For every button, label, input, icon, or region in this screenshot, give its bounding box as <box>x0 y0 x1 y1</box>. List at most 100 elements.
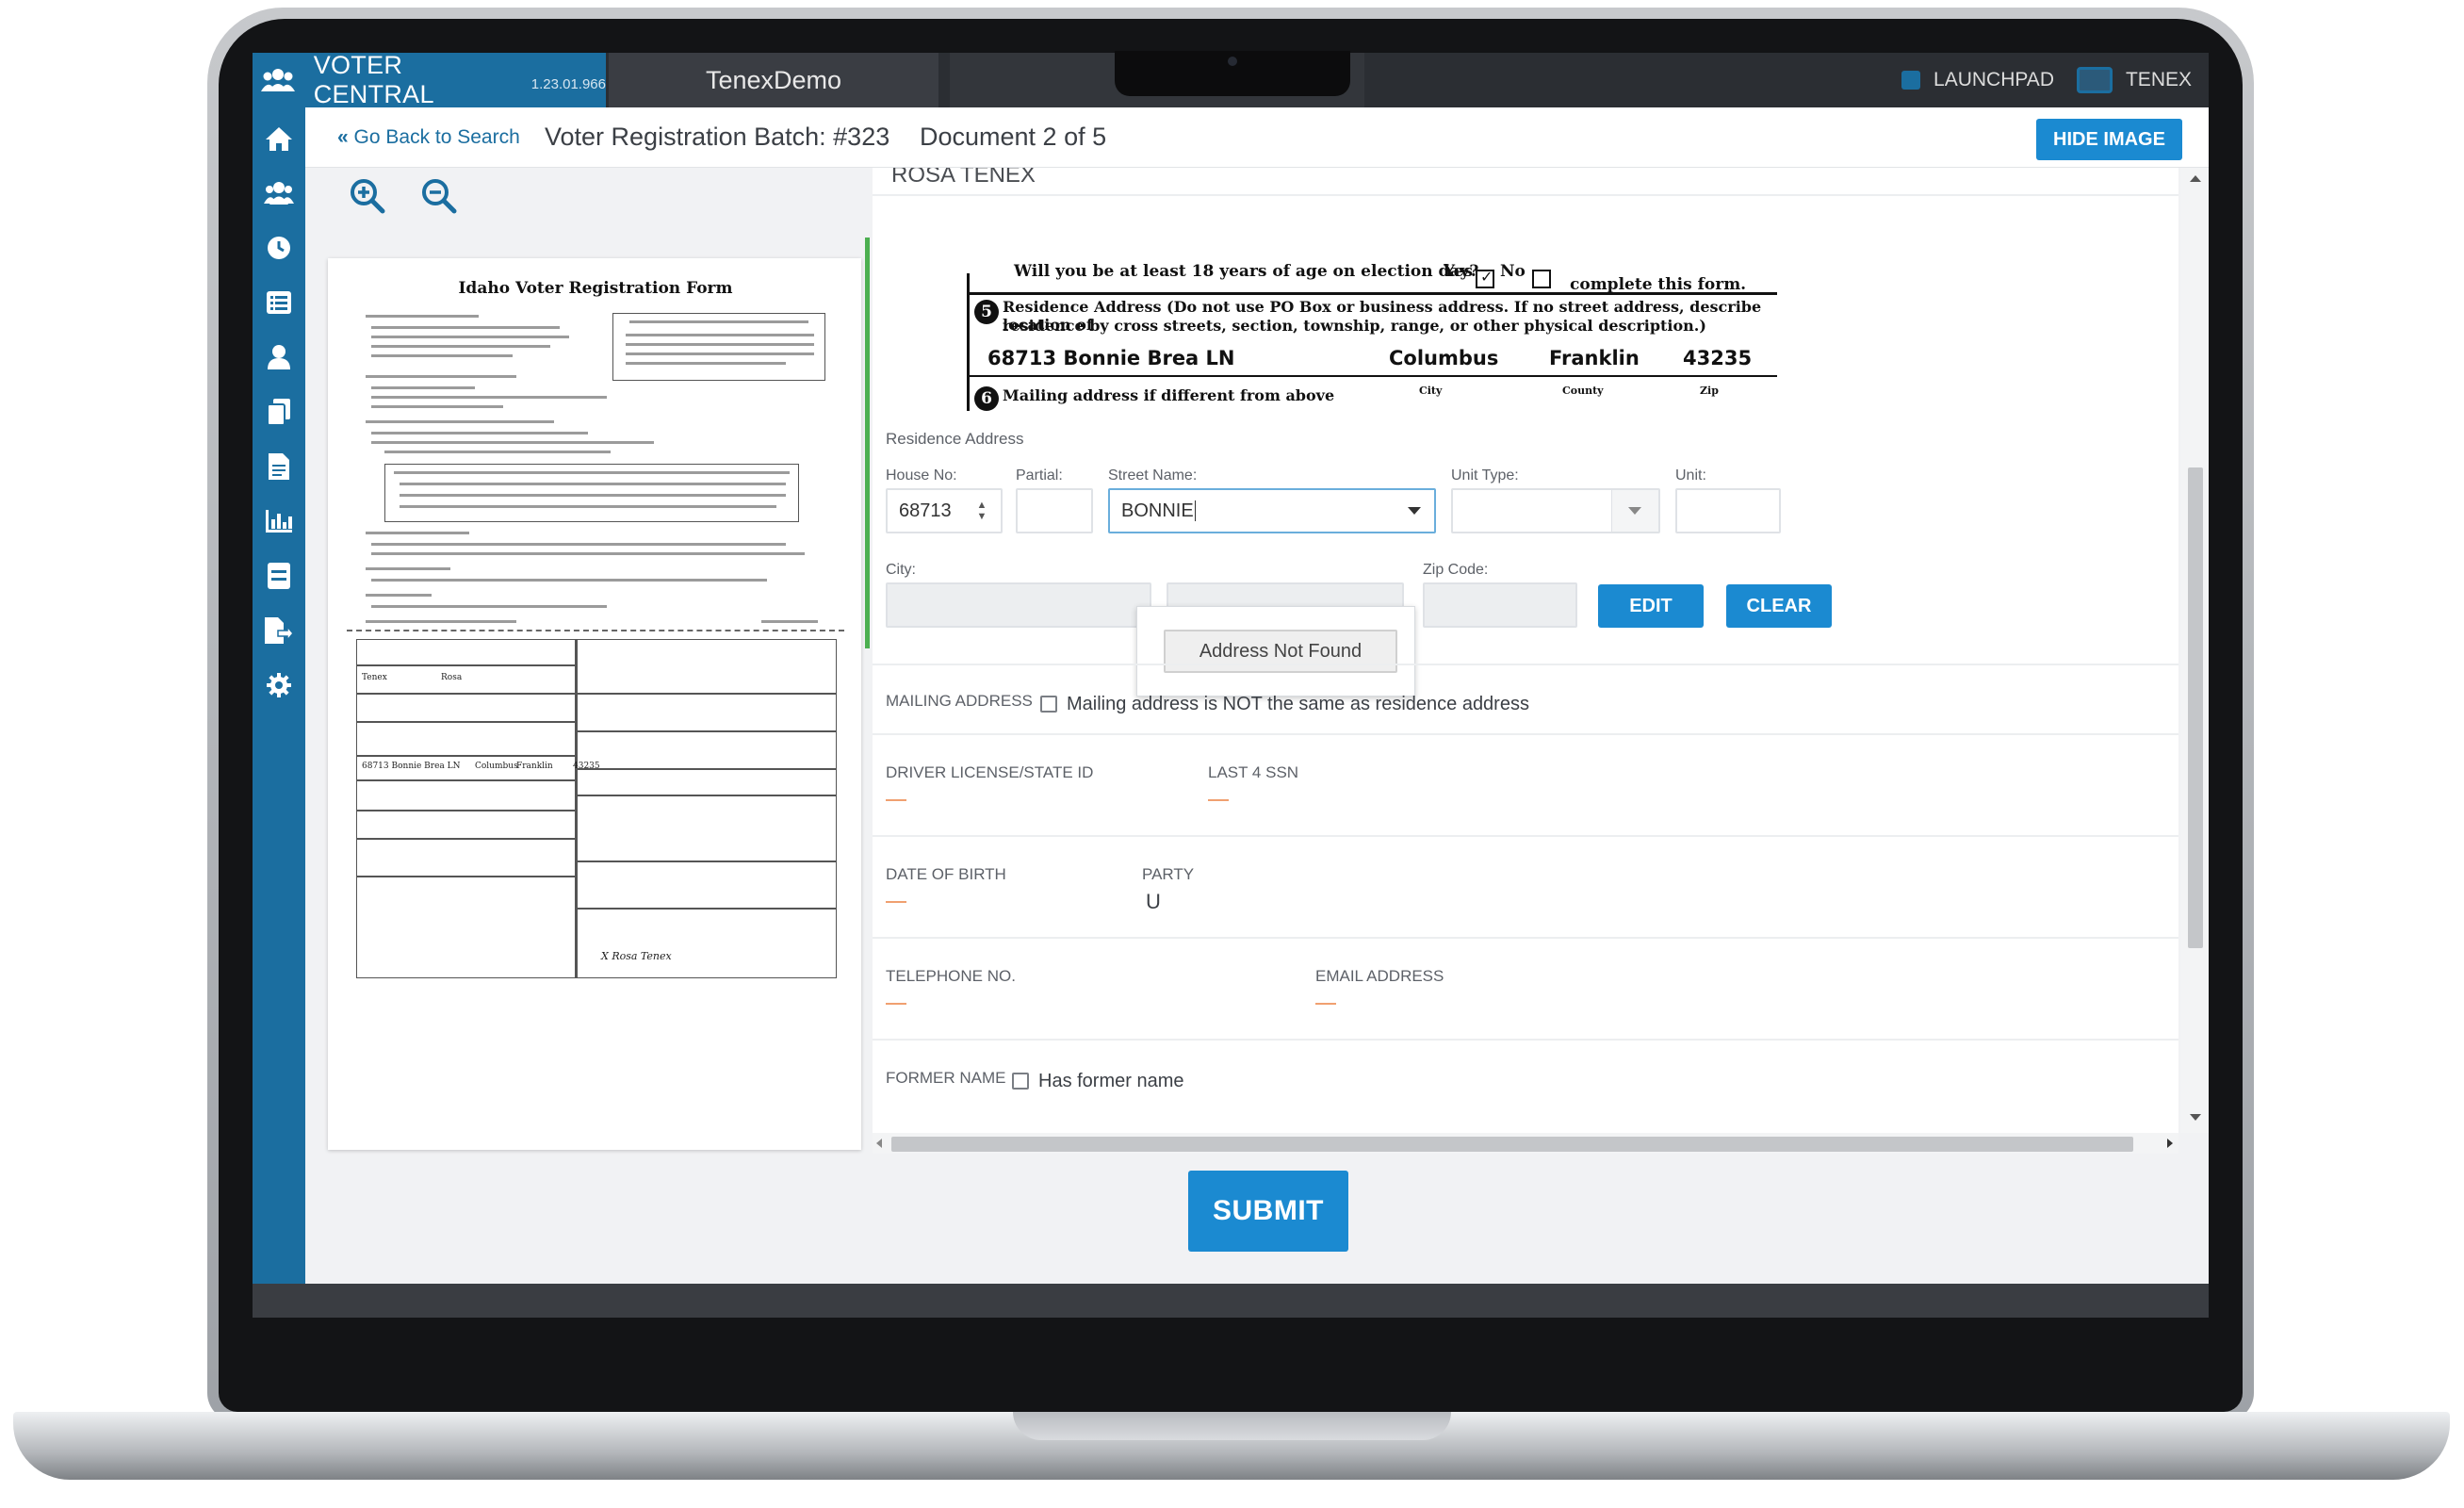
people-icon <box>253 53 304 107</box>
name-divider <box>873 194 2178 196</box>
former-name-checkbox-label[interactable]: Has former name <box>1038 1071 1184 1092</box>
mailing-address-checkbox-label[interactable]: Mailing address is NOT the same as resid… <box>1067 694 1529 715</box>
unit-type-label: Unit Type: <box>1451 467 1519 484</box>
scroll-right-icon[interactable] <box>2167 1139 2173 1148</box>
sidebar-item-reports[interactable] <box>253 498 305 545</box>
unit-type-select[interactable] <box>1451 488 1660 533</box>
sidebar-item-home[interactable] <box>253 115 305 162</box>
scroll-down-icon[interactable] <box>2190 1114 2201 1121</box>
house-no-input[interactable]: 68713 ▲ ▼ <box>886 488 1003 533</box>
document-icon <box>269 453 289 480</box>
zoom-out-icon <box>422 179 457 214</box>
vertical-scrollbar[interactable] <box>2180 168 2209 1133</box>
user-menu[interactable]: TENEX <box>2126 69 2192 91</box>
camera-notch <box>1115 51 1350 96</box>
zoom-in-button[interactable] <box>349 177 386 215</box>
edit-button[interactable]: EDIT <box>1598 584 1704 628</box>
users-icon <box>264 182 294 205</box>
vertical-scroll-thumb[interactable] <box>2188 467 2203 948</box>
street-name-combobox[interactable]: BONNIE <box>1108 488 1436 533</box>
email-address-value <box>1315 1003 1336 1005</box>
scroll-left-icon[interactable] <box>876 1139 882 1148</box>
house-no-label: House No: <box>886 467 957 484</box>
batch-title: Voter Registration Batch: #323 <box>545 123 890 151</box>
launchpad-link[interactable]: LAUNCHPAD <box>1934 69 2054 91</box>
sidebar-item-history[interactable] <box>253 224 305 271</box>
sidebar-item-document[interactable] <box>253 443 305 490</box>
party-value: U <box>1146 890 1161 913</box>
snippet-complete-text: complete this form. <box>1570 275 1747 294</box>
telephone-value <box>886 1003 906 1005</box>
section-6-marker: 6 <box>974 386 999 411</box>
driver-license-label: DRIVER LICENSE/STATE ID <box>886 763 1094 781</box>
hide-image-button[interactable]: HIDE IMAGE <box>2036 119 2182 160</box>
sidebar-item-list[interactable] <box>253 279 305 326</box>
screen-bottom-strip <box>253 1284 2209 1318</box>
handwritten-address: 68713 Bonnie Brea LN <box>987 347 1235 369</box>
go-back-link[interactable]: « Go Back to Search <box>337 126 520 149</box>
scroll-up-icon[interactable] <box>2190 175 2201 182</box>
address-suggestion-popup: Address Not Found <box>1136 606 1415 697</box>
sidebar-item-settings[interactable] <box>253 662 305 709</box>
snippet-county-caption: County <box>1562 385 1604 397</box>
document-position: Document 2 of 5 <box>920 123 1107 151</box>
driver-license-value <box>886 799 906 801</box>
snippet-mailing-text: Mailing address if different from above <box>1003 386 1335 404</box>
app-brand[interactable]: VOTER CENTRAL 1.23.01.966 <box>253 53 606 108</box>
documents-icon <box>268 399 290 425</box>
sidebar-item-documents[interactable] <box>253 388 305 435</box>
sidebar-item-export[interactable] <box>253 607 305 654</box>
address-not-found-option[interactable]: Address Not Found <box>1164 630 1397 673</box>
sidebar-item-profile[interactable] <box>253 334 305 381</box>
mailing-address-checkbox[interactable] <box>1040 696 1057 713</box>
unit-input[interactable] <box>1675 488 1781 533</box>
partial-input[interactable] <box>1016 488 1093 533</box>
zoom-out-button[interactable] <box>420 177 458 215</box>
snippet-yes: Yes <box>1444 262 1474 281</box>
text-cursor <box>1194 500 1196 521</box>
gear-icon <box>267 673 291 697</box>
applicant-name: ROSA TENEX <box>891 168 1036 188</box>
sidebar-item-users[interactable] <box>253 170 305 217</box>
scanned-document[interactable]: Idaho Voter Registration Form Tenex Rosa… <box>328 258 861 1150</box>
go-back-label: Go Back to Search <box>353 126 520 148</box>
submit-button[interactable]: SUBMIT <box>1188 1171 1348 1252</box>
unit-type-dropdown-button[interactable] <box>1611 490 1658 532</box>
tab-tenexdemo[interactable]: TenexDemo <box>609 53 938 107</box>
clear-button[interactable]: CLEAR <box>1726 584 1832 628</box>
chevron-down-icon[interactable] <box>1408 507 1421 515</box>
zip-code-label: Zip Code: <box>1423 562 1489 578</box>
horizontal-scrollbar[interactable] <box>873 1133 2178 1154</box>
double-chevron-left-icon: « <box>337 126 349 148</box>
stepper-icon[interactable]: ▲ ▼ <box>976 500 987 522</box>
handwritten-zip: 43235 <box>1683 347 1753 369</box>
date-of-birth-value <box>886 901 906 903</box>
app-title: VOTER CENTRAL <box>313 53 434 108</box>
launchpad-icon[interactable] <box>1901 71 1921 90</box>
notebook-icon <box>268 563 290 589</box>
residence-section-title: Residence Address <box>886 430 1024 448</box>
last-4-ssn-value <box>1208 799 1229 801</box>
city-input[interactable] <box>886 582 1151 628</box>
snippet-yes-checkbox: ✓ <box>1476 268 1494 288</box>
snippet-no-checkbox <box>1532 270 1551 288</box>
form-image-title: Idaho Voter Registration Form <box>458 279 733 298</box>
user-monitor-icon[interactable] <box>2076 67 2113 93</box>
horizontal-scroll-thumb[interactable] <box>891 1137 2133 1152</box>
mailing-address-label: MAILING ADDRESS <box>886 692 1033 710</box>
sidebar-item-notebook[interactable] <box>253 552 305 599</box>
partial-label: Partial: <box>1016 467 1063 484</box>
city-label: City: <box>886 562 916 578</box>
tab-separator <box>940 53 950 107</box>
street-name-label: Street Name: <box>1108 467 1198 484</box>
page-header: « Go Back to Search Voter Registration B… <box>305 107 2209 168</box>
registration-form-image: Idaho Voter Registration Form Tenex Rosa… <box>347 268 844 984</box>
list-icon <box>267 291 291 314</box>
form-scroll-area[interactable]: ROSA TENEX Will you be at least 18 years… <box>873 168 2178 1148</box>
former-name-checkbox[interactable] <box>1012 1073 1029 1090</box>
app-screen: VOTER CENTRAL 1.23.01.966 TenexDemo LAUN… <box>253 53 2209 1284</box>
unit-label: Unit: <box>1675 467 1706 484</box>
zip-code-input[interactable] <box>1423 582 1577 628</box>
residence-snippet-image: Will you be at least 18 years of age on … <box>967 262 1777 411</box>
active-field-indicator <box>865 238 870 648</box>
